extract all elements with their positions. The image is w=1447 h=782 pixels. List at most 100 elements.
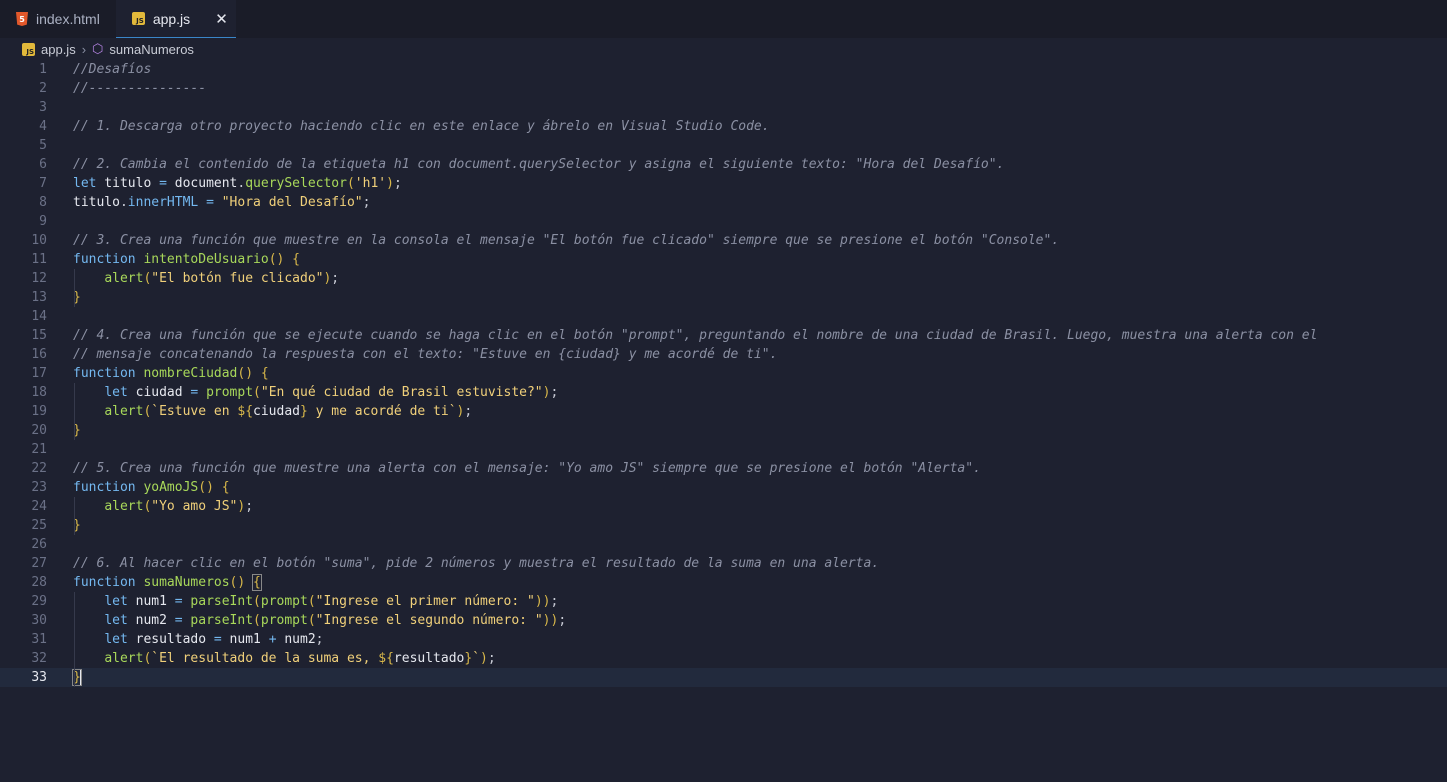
code-token: =: [174, 594, 183, 609]
code-line[interactable]: 7 let titulo = document.querySelector('h1…: [0, 174, 1447, 193]
code-token: y me acordé de ti`: [307, 404, 457, 419]
code-line[interactable]: 18 let ciudad = prompt("En qué ciudad de…: [0, 383, 1447, 402]
code-line[interactable]: 28 function sumaNumeros() {: [0, 573, 1447, 592]
code-token: }: [300, 404, 308, 419]
code-token: (: [253, 594, 261, 609]
line-text: // 1. Descarga otro proyecto haciendo cl…: [73, 117, 770, 136]
code-token: "Hora del Desafío": [221, 195, 363, 210]
code-line[interactable]: 17 function nombreCiudad() {: [0, 364, 1447, 383]
code-token: "Ingrese el primer número: ": [315, 594, 535, 609]
line-text: //Desafíos: [73, 60, 151, 79]
code-line[interactable]: 2 //---------------: [0, 79, 1447, 98]
code-line[interactable]: 6 // 2. Cambia el contenido de la etiquet…: [0, 155, 1447, 174]
code-token: prompt: [260, 594, 308, 609]
code-line[interactable]: 8 titulo.innerHTML = "Hora del Desafío";: [0, 193, 1447, 212]
line-number: 2: [39, 81, 47, 96]
code-token: =: [213, 632, 222, 647]
code-line[interactable]: 9: [0, 212, 1447, 231]
code-token: // 5. Crea una función que muestre una a…: [73, 461, 981, 476]
code-token: let: [104, 632, 128, 647]
code-line[interactable]: 11 function intentoDeUsuario() {: [0, 250, 1447, 269]
code-token: parseInt: [190, 594, 254, 609]
line-text: alert(`El resultado de la suma es, ${res…: [73, 649, 496, 668]
code-line[interactable]: 19 alert(`Estuve en ${ciudad} y me acord…: [0, 402, 1447, 421]
line-text: alert("Yo amo JS");: [73, 497, 253, 516]
code-token: `El resultado de la suma es,: [151, 651, 379, 666]
breadcrumb-file[interactable]: app.js: [41, 42, 76, 57]
code-line[interactable]: 30 let num2 = parseInt(prompt("Ingrese e…: [0, 611, 1447, 630]
code-line[interactable]: 26: [0, 535, 1447, 554]
breadcrumb-symbol[interactable]: sumaNumeros: [109, 42, 194, 57]
code-token: (: [253, 385, 261, 400]
code-line[interactable]: 10 // 3. Crea una función que muestre en …: [0, 231, 1447, 250]
code-line[interactable]: 13}: [0, 288, 1447, 307]
code-token: let: [104, 385, 128, 400]
code-line[interactable]: 15 // 4. Crea una función que se ejecute …: [0, 326, 1447, 345]
code-line[interactable]: 24 alert("Yo amo JS");: [0, 497, 1447, 516]
code-token: "El botón fue clicado": [151, 271, 324, 286]
indent-guide: [74, 592, 75, 687]
code-token: prompt: [206, 385, 254, 400]
code-token: // 1. Descarga otro proyecto haciendo cl…: [73, 119, 770, 134]
code-line[interactable]: 23 function yoAmoJS() {: [0, 478, 1447, 497]
line-text: function yoAmoJS() {: [73, 478, 230, 497]
code-token: querySelector: [245, 176, 347, 191]
code-line[interactable]: 20}: [0, 421, 1447, 440]
code-token: titulo: [96, 176, 160, 191]
line-text: let resultado = num1 + num2;: [73, 630, 323, 649]
code-token: alert: [104, 404, 144, 419]
line-number: 25: [31, 518, 47, 533]
code-token: {: [292, 252, 300, 267]
code-token: sumaNumeros: [143, 575, 230, 590]
code-line[interactable]: 32 alert(`El resultado de la suma es, ${…: [0, 649, 1447, 668]
code-line[interactable]: 25}: [0, 516, 1447, 535]
code-token: (: [307, 594, 316, 609]
line-text: function intentoDeUsuario() {: [73, 250, 300, 269]
code-token: (: [253, 613, 261, 628]
code-line[interactable]: 12 alert("El botón fue clicado");: [0, 269, 1447, 288]
code-token: // 4. Crea una función que se ejecute cu…: [73, 328, 1318, 343]
tab-app-js[interactable]: JS app.js ✕: [115, 0, 236, 38]
line-number: 3: [39, 100, 47, 115]
code-line[interactable]: 33}: [0, 668, 1447, 687]
code-line[interactable]: 29 let num1 = parseInt(prompt("Ingrese e…: [0, 592, 1447, 611]
line-text: // 5. Crea una función que muestre una a…: [73, 459, 981, 478]
line-number: 5: [39, 138, 47, 153]
code-line[interactable]: 3: [0, 98, 1447, 117]
code-editor[interactable]: 1 //Desafíos 2 //--------------- 3 4 // 1. Des…: [0, 60, 1447, 782]
code-token: num2: [276, 632, 316, 647]
code-line[interactable]: 31 let resultado = num1 + num2;: [0, 630, 1447, 649]
line-text: // 4. Crea una función que se ejecute cu…: [73, 326, 1317, 345]
tab-bar: 5 index.html JS app.js ✕: [0, 0, 1447, 38]
code-line[interactable]: 4 // 1. Descarga otro proyecto haciendo c…: [0, 117, 1447, 136]
code-line[interactable]: 1 //Desafíos: [0, 60, 1447, 79]
tab-index-html[interactable]: 5 index.html: [0, 0, 116, 38]
line-number: 12: [31, 271, 47, 286]
code-token: alert: [104, 651, 144, 666]
line-text: titulo.innerHTML = "Hora del Desafío";: [73, 193, 370, 212]
code-line[interactable]: 14: [0, 307, 1447, 326]
code-token: document: [166, 176, 238, 191]
code-token: =: [159, 176, 167, 191]
code-token: // 3. Crea una función que muestre en la…: [73, 233, 1060, 248]
line-number: 9: [39, 214, 47, 229]
code-line[interactable]: 5: [0, 136, 1447, 155]
code-line[interactable]: 27 // 6. Al hacer clic en el botón "suma"…: [0, 554, 1447, 573]
code-token: ;: [487, 651, 496, 666]
line-number: 32: [31, 651, 47, 666]
code-token: ;: [393, 176, 402, 191]
code-line[interactable]: 22 // 5. Crea una función que muestre una…: [0, 459, 1447, 478]
code-line[interactable]: 16 // mensaje concatenando la respuesta c…: [0, 345, 1447, 364]
code-token: `: [472, 651, 481, 666]
close-icon[interactable]: ✕: [215, 10, 228, 28]
code-line[interactable]: 21: [0, 440, 1447, 459]
